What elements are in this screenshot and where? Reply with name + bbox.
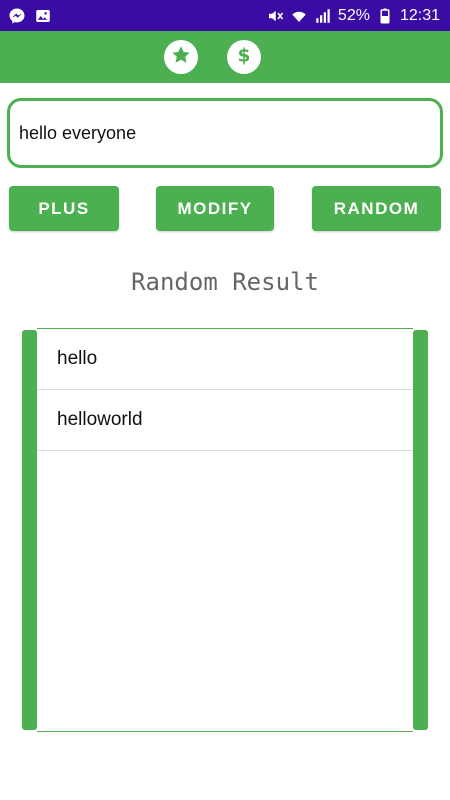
results-list[interactable]: hello helloworld	[37, 328, 413, 732]
star-button[interactable]	[164, 40, 198, 74]
list-item[interactable]: helloworld	[37, 390, 413, 451]
svg-text:$: $	[238, 45, 251, 66]
text-input[interactable]	[19, 122, 440, 144]
wifi-icon	[290, 7, 308, 25]
messenger-icon	[8, 7, 26, 25]
random-button[interactable]: RANDOM	[312, 186, 441, 231]
status-bar-left	[8, 7, 52, 25]
dollar-button[interactable]: $	[227, 40, 261, 74]
left-rail	[22, 330, 37, 730]
modify-button[interactable]: MODIFY	[156, 186, 274, 231]
star-icon	[170, 44, 192, 71]
status-bar-right: 52% 12:31	[266, 7, 440, 25]
section-title: Random Result	[131, 268, 319, 296]
mute-icon	[266, 7, 284, 25]
results-panel: hello helloworld	[22, 328, 428, 732]
plus-button[interactable]: PLUS	[9, 186, 119, 231]
status-bar: 52% 12:31	[0, 0, 450, 31]
signal-icon	[314, 7, 332, 25]
battery-icon	[376, 7, 394, 25]
clock: 12:31	[399, 6, 440, 24]
text-input-container	[7, 98, 443, 168]
dollar-icon: $	[233, 44, 255, 71]
battery-percent: 52%	[337, 6, 370, 24]
list-item[interactable]: hello	[37, 329, 413, 390]
app-toolbar: $	[0, 31, 450, 83]
gallery-icon	[34, 7, 52, 25]
right-rail	[413, 330, 428, 730]
